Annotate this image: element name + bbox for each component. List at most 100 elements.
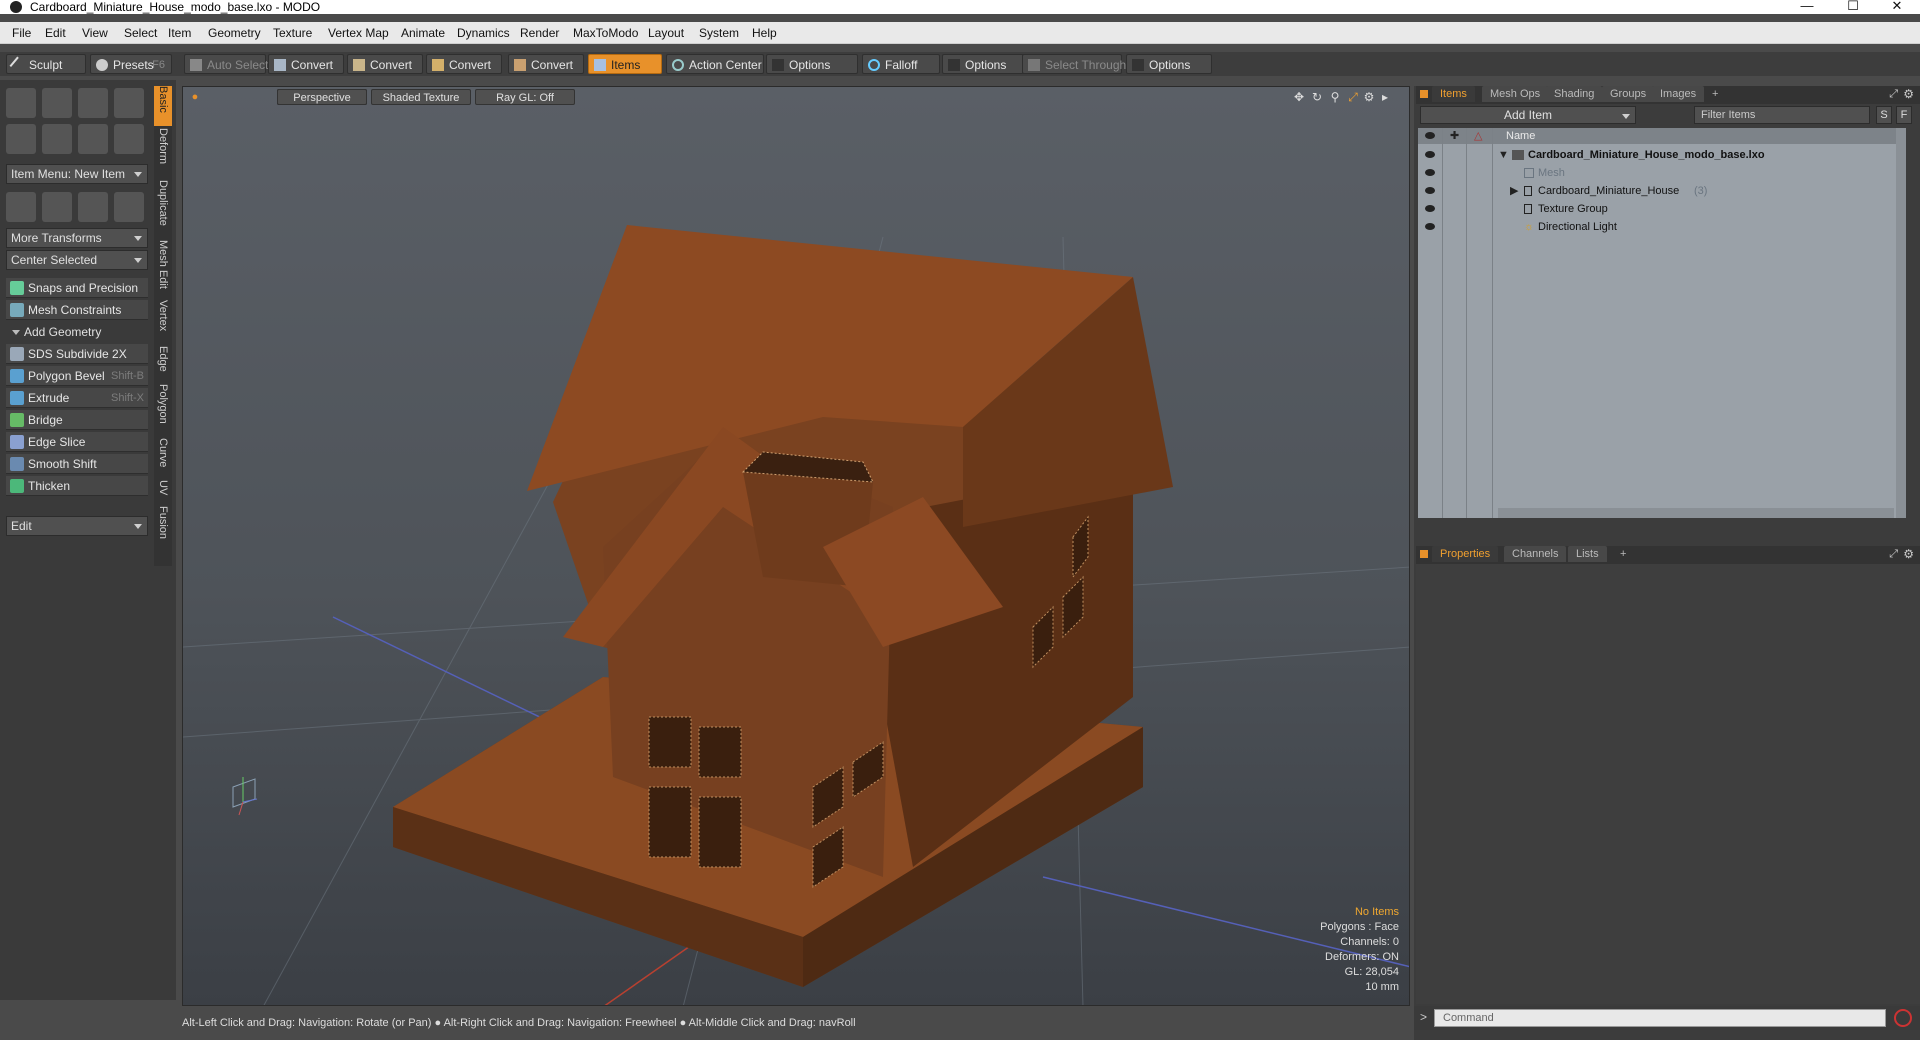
thicken-button[interactable]: Thicken: [6, 476, 148, 496]
tree-row-directional-light[interactable]: ☼ Directional Light: [1418, 218, 1906, 236]
tab-groups[interactable]: Groups: [1602, 86, 1655, 102]
extrude-button[interactable]: Extrude Shift-X: [6, 388, 148, 408]
visibility-eye-icon[interactable]: [1425, 223, 1435, 230]
filter-favorites-toggle[interactable]: F: [1896, 106, 1912, 124]
expand-panel-icon[interactable]: ⤢: [1889, 88, 1898, 101]
presets-button[interactable]: Presets F6: [90, 54, 172, 74]
menu-geometry[interactable]: Geometry: [208, 25, 261, 41]
auto-select-button[interactable]: Auto Select: [184, 54, 268, 74]
tab-curve[interactable]: Curve: [154, 438, 172, 478]
tab-channels[interactable]: Channels: [1504, 546, 1567, 562]
mesh-constraints-button[interactable]: Mesh Constraints: [6, 300, 148, 320]
menu-view[interactable]: View: [82, 25, 108, 41]
close-icon[interactable]: ✕: [1874, 0, 1920, 14]
tab-mesh-ops[interactable]: Mesh Ops: [1482, 86, 1549, 102]
menu-maxtomodo[interactable]: MaxToModo: [573, 25, 638, 41]
convert-edges-button[interactable]: Convert: [347, 54, 423, 74]
capsule-primitive-icon[interactable]: [42, 124, 72, 154]
tab-basic[interactable]: Basic: [154, 86, 172, 126]
convert-items-button[interactable]: Convert: [508, 54, 584, 74]
name-column-header[interactable]: Name: [1506, 128, 1535, 144]
select-options-button[interactable]: Options: [1126, 54, 1212, 74]
tab-mesh-edit[interactable]: Mesh Edit: [154, 240, 172, 298]
tree-row-mesh[interactable]: Mesh: [1418, 164, 1906, 182]
record-macro-icon[interactable]: [1894, 1009, 1912, 1027]
vertical-scrollbar[interactable]: [1896, 128, 1906, 518]
tab-properties[interactable]: Properties: [1432, 546, 1499, 562]
cylinder-primitive-icon[interactable]: [78, 88, 108, 118]
pen-tool-icon[interactable]: [78, 124, 108, 154]
tree-row-texture-group[interactable]: Texture Group: [1418, 200, 1906, 218]
edge-slice-button[interactable]: Edge Slice: [6, 432, 148, 452]
expand-panel-icon[interactable]: ⤢: [1889, 548, 1898, 561]
action-center-button[interactable]: Action Center: [666, 54, 764, 74]
action-center-options-button[interactable]: Options: [766, 54, 858, 74]
falloff-options-button[interactable]: Options: [942, 54, 1024, 74]
cone-primitive-icon[interactable]: [114, 88, 144, 118]
tab-images[interactable]: Images: [1652, 86, 1705, 102]
command-input[interactable]: Command: [1434, 1009, 1886, 1027]
menu-texture[interactable]: Texture: [273, 25, 312, 41]
tab-items[interactable]: Items: [1432, 86, 1475, 102]
panel-menu-icon[interactable]: [1420, 90, 1428, 98]
visibility-eye-icon[interactable]: [1425, 205, 1435, 212]
add-tab-button[interactable]: +: [1612, 546, 1634, 562]
minimize-icon[interactable]: —: [1784, 0, 1830, 14]
items-mode-button[interactable]: Items: [588, 54, 662, 74]
sphere-primitive-icon[interactable]: [42, 88, 72, 118]
tab-deform[interactable]: Deform: [154, 128, 172, 178]
visibility-eye-icon[interactable]: [1425, 151, 1435, 158]
cube-primitive-icon[interactable]: [6, 88, 36, 118]
expand-triangle-icon[interactable]: ▶: [1510, 182, 1518, 200]
scale-tool-icon[interactable]: [42, 192, 72, 222]
panel-menu-icon[interactable]: [1420, 550, 1428, 558]
render-icon[interactable]: △: [1474, 128, 1482, 144]
convert-polygons-button[interactable]: Convert: [426, 54, 502, 74]
visibility-eye-icon[interactable]: [1425, 169, 1435, 176]
filter-items-input[interactable]: Filter Items: [1694, 106, 1870, 124]
polygon-bevel-button[interactable]: Polygon Bevel Shift-B: [6, 366, 148, 386]
horizontal-scrollbar[interactable]: [1498, 508, 1894, 518]
torus-primitive-icon[interactable]: [6, 124, 36, 154]
add-item-dropdown[interactable]: Add Item: [1420, 106, 1636, 124]
move-tool-icon[interactable]: [6, 192, 36, 222]
bridge-button[interactable]: Bridge: [6, 410, 148, 430]
sds-subdivide-button[interactable]: SDS Subdivide 2X: [6, 344, 148, 364]
convert-vertices-button[interactable]: Convert: [268, 54, 344, 74]
add-geometry-section[interactable]: Add Geometry: [6, 322, 148, 342]
visibility-eye-icon[interactable]: [1425, 132, 1435, 139]
lock-icon[interactable]: ✚: [1450, 128, 1459, 144]
menu-item[interactable]: Item: [168, 25, 191, 41]
falloff-button[interactable]: Falloff: [862, 54, 940, 74]
tab-lists[interactable]: Lists: [1568, 546, 1607, 562]
menu-system[interactable]: System: [699, 25, 739, 41]
maximize-icon[interactable]: ☐: [1830, 0, 1876, 14]
center-selected-dropdown[interactable]: Center Selected: [6, 250, 148, 270]
sculpt-button[interactable]: Sculpt: [6, 54, 86, 74]
menu-help[interactable]: Help: [752, 25, 777, 41]
menu-vertex-map[interactable]: Vertex Map: [328, 25, 389, 41]
panel-gear-icon[interactable]: ⚙: [1903, 547, 1914, 561]
tree-row-scene[interactable]: ▼ Cardboard_Miniature_House_modo_base.lx…: [1418, 146, 1906, 164]
tab-edge[interactable]: Edge: [154, 346, 172, 382]
tab-duplicate[interactable]: Duplicate: [154, 180, 172, 238]
menu-edit[interactable]: Edit: [45, 25, 66, 41]
more-transforms-dropdown[interactable]: More Transforms: [6, 228, 148, 248]
filter-selected-toggle[interactable]: S: [1876, 106, 1892, 124]
3d-viewport[interactable]: ● Perspective Perspective Shaded Texture…: [182, 86, 1410, 1006]
panel-gear-icon[interactable]: ⚙: [1903, 87, 1914, 101]
expand-triangle-icon[interactable]: ▼: [1498, 146, 1509, 164]
visibility-eye-icon[interactable]: [1425, 187, 1435, 194]
smooth-shift-button[interactable]: Smooth Shift: [6, 454, 148, 474]
tab-vertex[interactable]: Vertex: [154, 300, 172, 344]
tab-uv[interactable]: UV: [154, 480, 172, 504]
item-menu-dropdown[interactable]: Item Menu: New Item: [6, 164, 148, 184]
rotate-tool-icon[interactable]: [78, 192, 108, 222]
tree-row-house-group[interactable]: ▶ Cardboard_Miniature_House (3): [1418, 182, 1906, 200]
snaps-precision-button[interactable]: Snaps and Precision: [6, 278, 148, 298]
menu-animate[interactable]: Animate: [401, 25, 445, 41]
tab-polygon[interactable]: Polygon: [154, 384, 172, 436]
tab-fusion[interactable]: Fusion: [154, 506, 172, 550]
menu-file[interactable]: File: [12, 25, 31, 41]
text-tool-icon[interactable]: [114, 124, 144, 154]
